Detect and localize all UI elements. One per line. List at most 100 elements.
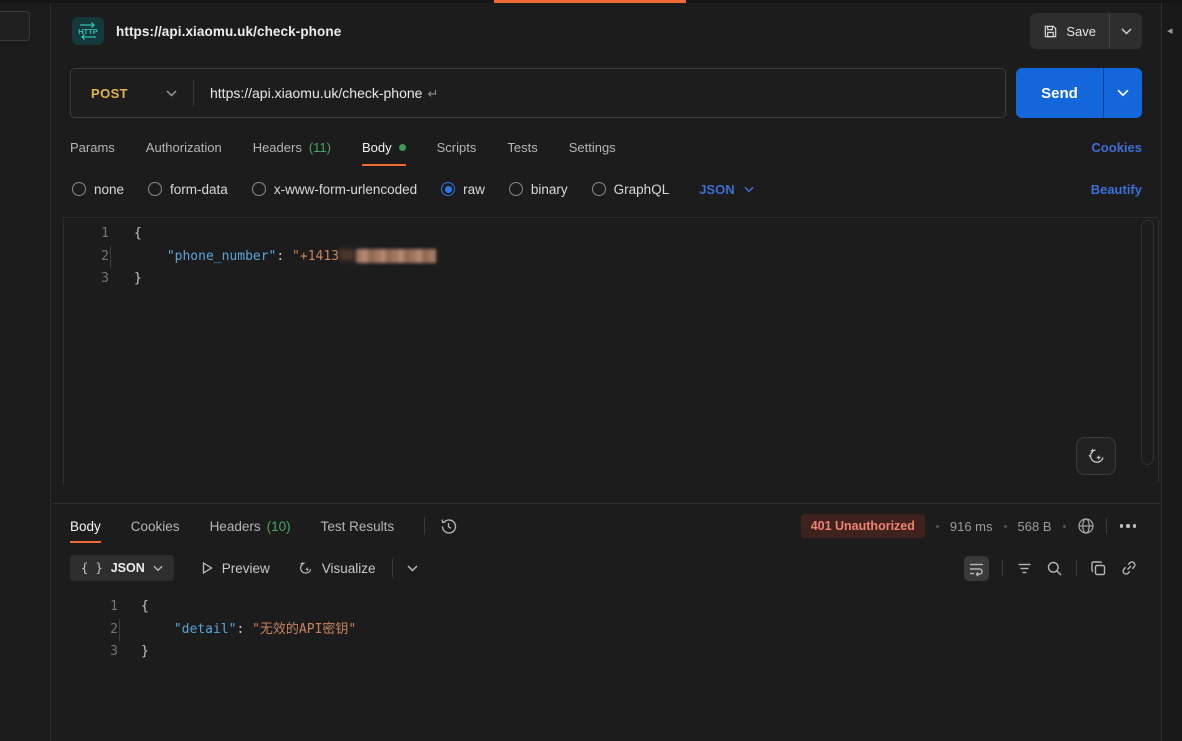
- tab-label: Headers: [253, 140, 302, 155]
- window-top-strip: [0, 0, 1182, 3]
- radio-x-www-form-urlencoded[interactable]: x-www-form-urlencoded: [252, 182, 417, 197]
- code-token-separator: :: [236, 622, 252, 637]
- response-tab-cookies[interactable]: Cookies: [131, 504, 180, 548]
- svg-text:HTTP: HTTP: [78, 27, 98, 36]
- url-input[interactable]: https://api.xiaomu.uk/check-phone↵: [210, 85, 438, 102]
- radio-binary[interactable]: binary: [509, 182, 568, 197]
- wrap-text-button[interactable]: [964, 556, 989, 581]
- save-button[interactable]: Save: [1030, 13, 1109, 49]
- radio-label: form-data: [170, 182, 228, 197]
- radio-raw[interactable]: raw: [441, 182, 485, 197]
- tab-body[interactable]: Body: [362, 128, 406, 166]
- return-key-glyph: ↵: [427, 86, 438, 101]
- code-token-key: "detail": [174, 622, 237, 637]
- send-options-button[interactable]: [1104, 68, 1142, 118]
- visualize-sparkle-icon: [296, 559, 314, 577]
- status-badge[interactable]: 401 Unauthorized: [801, 514, 925, 538]
- code-line: 1 {: [64, 223, 1158, 246]
- radio-label: none: [94, 182, 124, 197]
- search-button[interactable]: [1046, 560, 1063, 577]
- cookies-link[interactable]: Cookies: [1091, 140, 1142, 155]
- request-header: HTTP https://api.xiaomu.uk/check-phone S…: [52, 3, 1160, 59]
- line-number: 2: [63, 619, 118, 642]
- code-token: }: [134, 271, 142, 286]
- app-window: ◂ HTTP https://api.xiaomu.uk/check-phone: [0, 0, 1182, 741]
- response-time[interactable]: 916 ms: [950, 519, 993, 534]
- response-view-options-button[interactable]: [407, 565, 418, 572]
- code-indent: [136, 249, 167, 264]
- code-line: 2 "detail": "无效的API密钥": [63, 619, 1158, 642]
- save-split-button: Save: [1030, 13, 1142, 49]
- code-line: 1 {: [63, 596, 1158, 619]
- response-body-editor[interactable]: 1 { 2 "detail": "无效的API密钥" 3 }: [63, 592, 1158, 664]
- network-info-button[interactable]: [1077, 517, 1095, 535]
- line-number: 3: [63, 641, 118, 664]
- visualize-button[interactable]: Visualize: [296, 559, 376, 577]
- dot-separator: [1063, 525, 1066, 528]
- response-tab-test-results[interactable]: Test Results: [321, 504, 395, 548]
- chevron-down-icon: [1121, 28, 1132, 35]
- format-label: JSON: [111, 561, 145, 575]
- radio-checked-icon: [441, 182, 455, 196]
- tab-authorization[interactable]: Authorization: [146, 128, 222, 166]
- response-tab-body[interactable]: Body: [70, 504, 101, 548]
- send-button[interactable]: Send: [1016, 68, 1103, 118]
- response-history-button[interactable]: [439, 517, 458, 536]
- request-body-editor[interactable]: 1 { 2 "phone_number": "+141355 3 }: [63, 217, 1158, 485]
- radio-none[interactable]: none: [72, 182, 124, 197]
- filter-icon: [1016, 560, 1033, 577]
- code-token-key: "phone_number": [167, 249, 277, 264]
- request-tabs: Params Authorization Headers(11) Body Sc…: [70, 128, 1142, 166]
- response-toolbar: { } JSON Preview Visualize: [52, 550, 1160, 586]
- tab-settings[interactable]: Settings: [569, 128, 616, 166]
- response-format-dropdown[interactable]: { } JSON: [70, 555, 174, 581]
- line-number: 3: [64, 268, 109, 291]
- link-button[interactable]: [1120, 559, 1138, 577]
- postbot-sparkle-icon: [1085, 445, 1107, 467]
- code-token: }: [141, 644, 149, 659]
- tab-tests[interactable]: Tests: [507, 128, 537, 166]
- beautify-link[interactable]: Beautify: [1091, 182, 1142, 197]
- response-tab-headers[interactable]: Headers(10): [210, 504, 291, 548]
- body-type-selector: none form-data x-www-form-urlencoded raw…: [72, 174, 1142, 204]
- save-icon: [1043, 24, 1058, 39]
- link-icon: [1120, 559, 1138, 577]
- copy-button[interactable]: [1090, 560, 1107, 577]
- tab-label: Tests: [507, 140, 537, 155]
- line-number: 2: [64, 246, 109, 269]
- save-options-button[interactable]: [1110, 13, 1142, 49]
- sidebar-partial-item[interactable]: [0, 11, 30, 41]
- radio-form-data[interactable]: form-data: [148, 182, 228, 197]
- divider: [392, 559, 393, 577]
- response-editor-icons: [964, 556, 1138, 581]
- dot-separator: [936, 525, 939, 528]
- collapse-arrow-icon[interactable]: ◂: [1167, 26, 1173, 37]
- tab-headers[interactable]: Headers(11): [253, 128, 331, 166]
- divider: [1002, 560, 1003, 576]
- tab-scripts[interactable]: Scripts: [437, 128, 477, 166]
- radio-label: binary: [531, 182, 568, 197]
- globe-icon: [1077, 517, 1095, 535]
- response-more-actions-button[interactable]: [1118, 522, 1139, 530]
- tab-params[interactable]: Params: [70, 128, 115, 166]
- editor-scrollbar[interactable]: [1141, 220, 1154, 465]
- code-token-value: "+1413: [292, 249, 339, 264]
- response-size[interactable]: 568 B: [1018, 519, 1052, 534]
- filter-button[interactable]: [1016, 560, 1033, 577]
- postbot-button[interactable]: [1076, 437, 1116, 475]
- request-workspace: HTTP https://api.xiaomu.uk/check-phone S…: [52, 3, 1160, 741]
- code-token: {: [141, 599, 149, 614]
- wrap-text-icon: [968, 560, 985, 577]
- raw-language-dropdown[interactable]: JSON: [699, 182, 753, 197]
- preview-button[interactable]: Preview: [200, 561, 270, 576]
- radio-graphql[interactable]: GraphQL: [592, 182, 670, 197]
- url-bar: POST https://api.xiaomu.uk/check-phone↵ …: [70, 68, 1142, 118]
- tab-label: Body: [362, 140, 392, 155]
- radio-icon: [148, 182, 162, 196]
- tab-label: Settings: [569, 140, 616, 155]
- search-icon: [1046, 560, 1063, 577]
- editor-scroll-edge: [1158, 220, 1159, 482]
- method-selector[interactable]: POST: [71, 86, 193, 101]
- chevron-down-icon: [166, 90, 177, 97]
- response-tabs-row: Body Cookies Headers(10) Test Results 40…: [52, 504, 1160, 548]
